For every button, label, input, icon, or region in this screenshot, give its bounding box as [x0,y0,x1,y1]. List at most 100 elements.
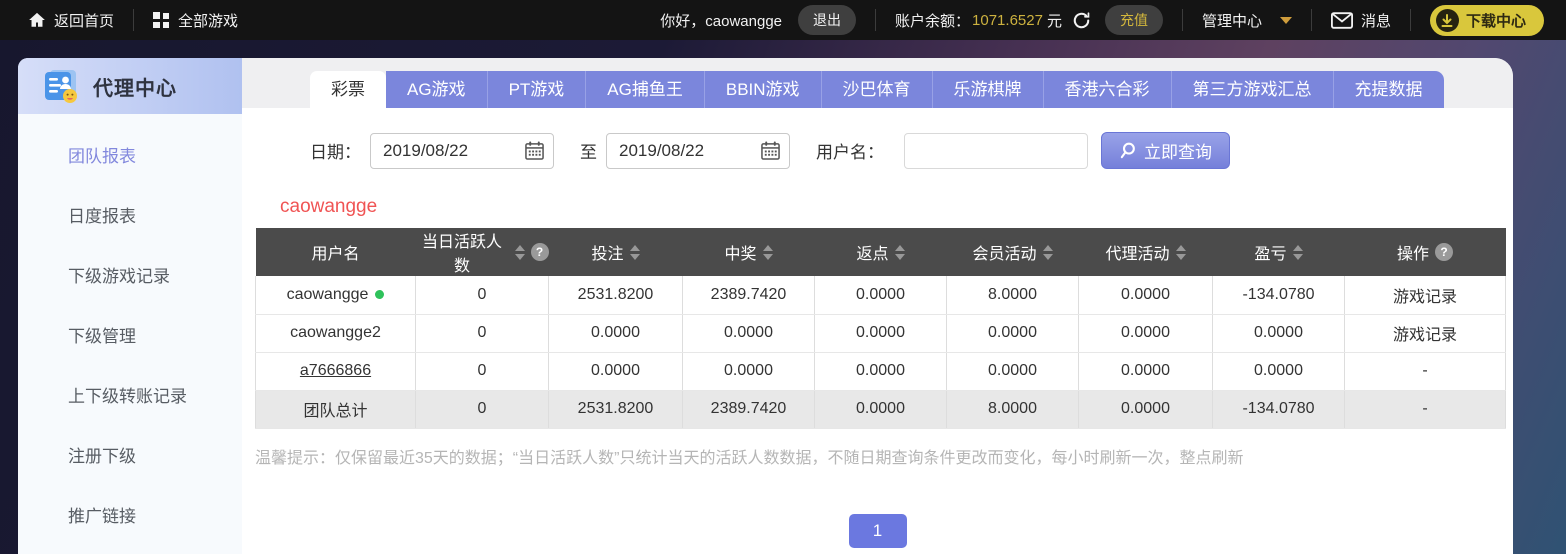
game-records-link[interactable]: 游戏记录 [1344,276,1506,315]
cell-active-count: 0 [415,276,549,315]
table-total-row: 团队总计 0 2531.8200 2389.7420 0.0000 8.0000… [255,390,1506,429]
cell-agent-activity: 0.0000 [1078,352,1213,391]
sort-control[interactable] [1175,244,1186,260]
sidebar-item-transfer-records[interactable]: 上下级转账记录 [18,367,242,427]
messages-button[interactable]: 消息 [1330,10,1391,31]
help-icon[interactable]: ? [1435,243,1453,261]
col-bet: 投注 [548,228,683,276]
sidebar: 代理中心 团队报表 日度报表 下级游戏记录 下级管理 上下级转账记录 注册下级 … [18,58,242,554]
cell-username: caowangge [255,276,416,315]
sidebar-item-promo-links[interactable]: 推广链接 [18,487,242,547]
topbar-divider [1310,9,1312,31]
tab-bbin-games[interactable]: BBIN游戏 [703,71,821,108]
sort-control[interactable] [1292,244,1303,260]
cell-active-count: 0 [415,352,549,391]
date-from-input[interactable]: 2019/08/22 [370,132,554,169]
sidebar-item-daily-report[interactable]: 日度报表 [18,187,242,247]
cell-profit: 0.0000 [1212,314,1345,353]
sort-control[interactable] [629,244,640,260]
content-panel: 彩票 AG游戏 PT游戏 AG捕鱼王 BBIN游戏 沙巴体育 乐游棋牌 香港六合… [242,58,1513,554]
topbar-divider [1409,9,1411,31]
cell-bet: 0.0000 [548,352,683,391]
tab-leyou-chess[interactable]: 乐游棋牌 [931,71,1043,108]
date-label: 日期： [310,143,361,162]
sort-control[interactable] [514,244,525,260]
search-button[interactable]: 立即查询 [1101,132,1230,169]
to-label: 至 [580,143,597,162]
game-tabs: 彩票 AG游戏 PT游戏 AG捕鱼王 BBIN游戏 沙巴体育 乐游棋牌 香港六合… [242,58,1513,108]
col-rebate: 返点 [814,228,947,276]
tab-pt-games[interactable]: PT游戏 [486,71,586,108]
tab-ag-fishing[interactable]: AG捕鱼王 [585,71,704,108]
table-row: caowangge 0 2531.8200 2389.7420 0.0000 8… [255,276,1506,315]
team-report-table: 用户名 当日活跃人数? 投注 中奖 返点 会员活动 代理活动 盈亏 操作? ca… [255,228,1506,429]
logout-button[interactable]: 退出 [798,5,857,35]
username-input[interactable] [904,132,1088,169]
search-button-label: 立即查询 [1144,143,1212,162]
envelope-icon [1330,11,1353,29]
cell-member-activity: 8.0000 [946,390,1079,429]
cell-win: 0.0000 [682,352,815,391]
sidebar-item-team-report[interactable]: 团队报表 [18,127,242,187]
download-center-label: 下载中心 [1465,12,1526,30]
sort-control[interactable] [894,244,905,260]
cell-action: - [1344,390,1506,429]
balance-label: 账户余额： [895,12,971,30]
recharge-button[interactable]: 充值 [1104,5,1163,35]
cell-action: - [1344,352,1506,391]
all-games-label: 全部游戏 [178,12,239,30]
col-username: 用户名 [255,228,416,276]
refresh-balance-icon[interactable] [1072,11,1091,30]
user-greeting: 你好，caowangge [660,12,783,30]
tab-thirdparty-summary[interactable]: 第三方游戏汇总 [1170,71,1333,108]
chevron-down-icon [1279,16,1292,24]
cell-username: 团队总计 [255,390,416,429]
sidebar-item-sub-game-records[interactable]: 下级游戏记录 [18,247,242,307]
sub-user-link[interactable]: a7666866 [300,362,371,379]
agent-name: caowangge [280,196,378,217]
game-records-link[interactable]: 游戏记录 [1344,314,1506,353]
cell-bet: 2531.8200 [548,276,683,315]
date-to-input[interactable]: 2019/08/22 [606,132,790,169]
cell-member-activity: 8.0000 [946,276,1079,315]
cell-bet: 0.0000 [548,314,683,353]
cell-bet: 2531.8200 [548,390,683,429]
home-button[interactable]: 返回首页 [28,10,114,31]
sidebar-item-register-sub[interactable]: 注册下级 [18,427,242,487]
admin-center-menu[interactable]: 管理中心 [1202,10,1292,31]
date-to-value: 2019/08/22 [619,140,705,160]
cell-agent-activity: 0.0000 [1078,314,1213,353]
calendar-icon [525,141,544,160]
page-button-1[interactable]: 1 [848,513,907,548]
tab-saba-sports[interactable]: 沙巴体育 [820,71,932,108]
tab-hk-mark-six[interactable]: 香港六合彩 [1042,71,1171,108]
all-games-button[interactable]: 全部游戏 [153,10,238,31]
cell-agent-activity: 0.0000 [1078,276,1213,315]
cell-member-activity: 0.0000 [946,314,1079,353]
tab-deposit-withdraw-data[interactable]: 充提数据 [1332,71,1444,108]
download-icon [1435,8,1459,32]
sidebar-item-sub-management[interactable]: 下级管理 [18,307,242,367]
col-agent-activity: 代理活动 [1078,228,1213,276]
col-member-activity: 会员活动 [946,228,1079,276]
cell-username: a7666866 [255,352,416,391]
col-win: 中奖 [682,228,815,276]
tab-ag-games[interactable]: AG游戏 [386,71,487,108]
username-label: 用户名： [816,143,884,162]
balance-unit: 元 [1046,12,1062,30]
home-icon [28,11,46,29]
download-center-button[interactable]: 下载中心 [1429,4,1544,36]
cell-rebate: 0.0000 [814,390,947,429]
tab-lottery[interactable]: 彩票 [310,71,386,108]
topbar-divider [875,9,877,31]
cell-rebate: 0.0000 [814,352,947,391]
sort-control[interactable] [762,244,773,260]
topbar-divider [133,9,135,31]
agent-center-icon [40,67,80,105]
cell-win: 2389.7420 [682,390,815,429]
filter-bar: 日期： 2019/08/22 至 2019/08/22 用户名： 立即查询 [310,132,1513,169]
sort-control[interactable] [1042,244,1053,260]
help-icon[interactable]: ? [530,243,549,261]
topbar-left: 返回首页 全部游戏 [28,9,238,31]
cell-username: caowangge2 [255,314,416,353]
